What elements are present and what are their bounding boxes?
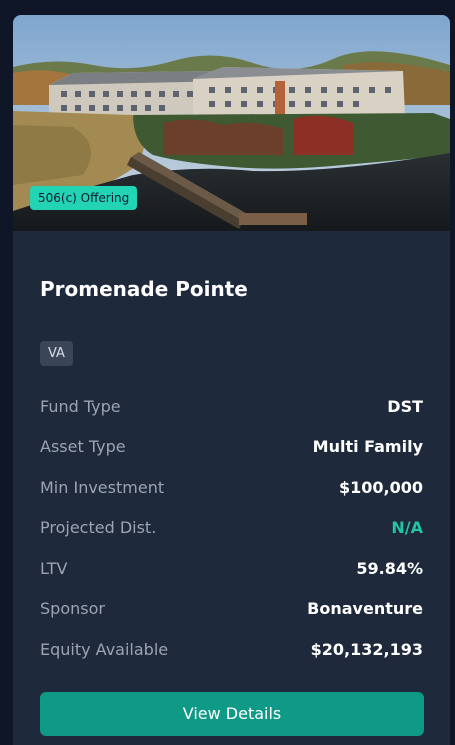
detail-value: $100,000 (338, 477, 423, 497)
detail-row-asset-type: Asset Type Multi Family (40, 427, 423, 468)
detail-row-equity-available: Equity Available $20,132,193 (40, 629, 423, 670)
view-details-button[interactable]: View Details (40, 691, 424, 736)
detail-value: Multi Family (312, 437, 423, 457)
detail-label: Sponsor (40, 599, 105, 619)
detail-value: N/A (391, 518, 423, 538)
detail-row-min-investment: Min Investment $100,000 (40, 467, 423, 508)
detail-label: Min Investment (40, 477, 165, 497)
detail-value: DST (387, 396, 423, 416)
state-tag: VA (40, 341, 73, 366)
detail-label: Asset Type (40, 437, 126, 457)
offering-badge: 506(c) Offering (30, 186, 138, 210)
detail-row-sponsor: Sponsor Bonaventure (40, 589, 423, 630)
detail-label: LTV (40, 558, 68, 578)
property-title: Promenade Pointe (40, 277, 248, 301)
detail-value: $20,132,193 (310, 639, 423, 659)
detail-row-ltv: LTV 59.84% (40, 548, 423, 589)
property-card: 506(c) Offering Promenade Pointe VA Fund… (13, 15, 450, 745)
detail-list: Fund Type DST Asset Type Multi Family Mi… (40, 386, 423, 670)
detail-label: Projected Dist. (40, 518, 157, 538)
detail-value: 59.84% (356, 558, 423, 578)
property-photo[interactable]: 506(c) Offering (13, 15, 450, 231)
detail-label: Equity Available (40, 639, 169, 659)
detail-label: Fund Type (40, 396, 121, 416)
detail-value: Bonaventure (307, 599, 423, 619)
detail-row-projected-dist: Projected Dist. N/A (40, 508, 423, 549)
card-body: Promenade Pointe VA Fund Type DST Asset … (13, 231, 450, 736)
detail-row-fund-type: Fund Type DST (40, 386, 423, 427)
